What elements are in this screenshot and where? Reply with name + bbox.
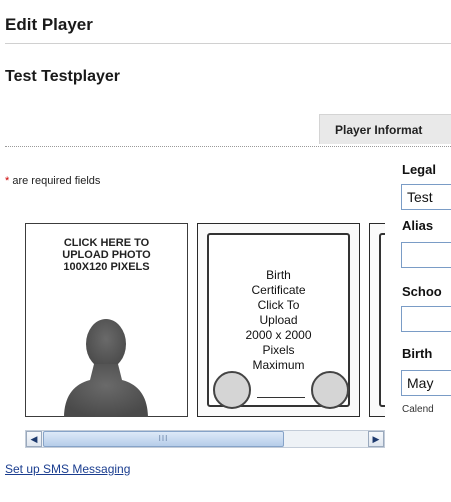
certificate-line-4: Upload [259,313,298,327]
player-name-heading: Test Testplayer [5,68,121,85]
title-divider [5,43,451,44]
certificate-line-5: 2000 x 2000 [245,328,312,342]
certificate-seal-icon [213,371,251,409]
certificate-signature-icon [257,383,305,398]
image-gallery: CLICK HERE TO UPLOAD PHOTO 100X120 PIXEL… [25,223,385,417]
tab-divider [5,146,451,147]
page-title: Edit Player [5,15,93,34]
certificate-line-6: Pixels [262,343,295,357]
scroll-right-arrow-icon[interactable]: ▶ [368,431,384,447]
person-silhouette-icon [64,319,148,417]
upload-photo-box[interactable]: CLICK HERE TO UPLOAD PHOTO 100X120 PIXEL… [25,223,188,417]
school-field[interactable] [401,306,451,332]
certificate-border: Birth Certificate Click To Upload 2000 x… [207,233,350,409]
certificate-line-2: Certificate [251,283,306,297]
required-text: are required fields [9,175,101,187]
required-fields-note: * are required fields [5,175,100,187]
upload-photo-line-2: UPLOAD PHOTO [62,249,151,261]
school-label: Schoo [402,284,442,299]
certificate-border: 2 [379,233,385,407]
birth-month-select[interactable]: May [401,370,451,396]
upload-photo-line-3: 100X120 PIXELS [63,261,150,273]
certificate-line-3: Click To [257,298,300,312]
upload-photo-line-1: CLICK HERE TO [63,237,150,249]
alias-label: Alias [402,218,434,233]
calendar-link[interactable]: Calend [402,404,434,415]
scroll-thumb[interactable]: III [43,431,284,447]
scroll-left-arrow-icon[interactable]: ◀ [26,431,42,447]
upload-photo-instructions: CLICK HERE TO UPLOAD PHOTO 100X120 PIXEL… [26,237,187,273]
certificate-instructions: Birth Certificate Click To Upload 2000 x… [209,268,348,373]
legal-name-label: Legal [402,162,436,177]
gallery-horizontal-scrollbar[interactable]: ◀ III ▶ [25,430,385,448]
alias-field[interactable] [401,242,451,268]
certificate-line-1: Birth [266,268,291,282]
legal-name-field[interactable]: Test [401,184,451,210]
birth-certificate-upload[interactable]: Birth Certificate Click To Upload 2000 x… [197,223,360,417]
birth-certificate-upload-2[interactable]: 2 [369,223,385,417]
tab-player-information[interactable]: Player Informat [319,114,451,144]
sms-messaging-link[interactable]: Set up SMS Messaging [5,462,130,476]
certificate-seal-icon [311,371,349,409]
birth-date-label: Birth [402,346,433,361]
